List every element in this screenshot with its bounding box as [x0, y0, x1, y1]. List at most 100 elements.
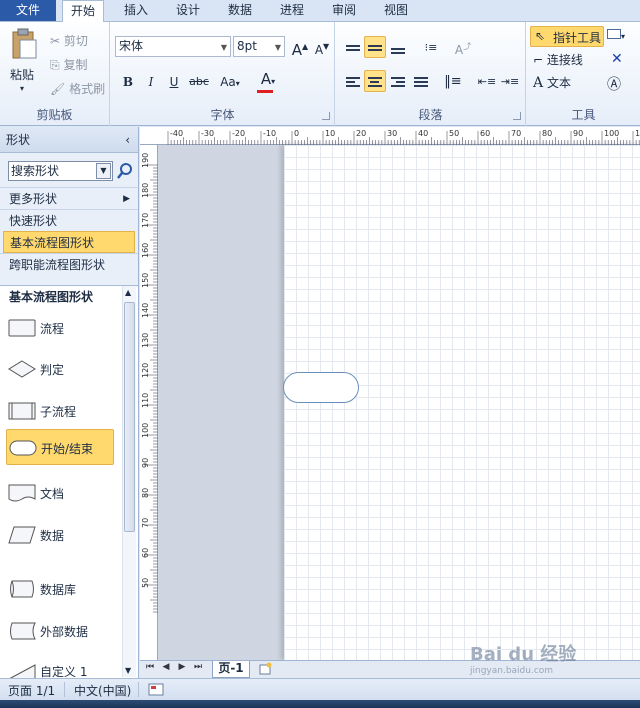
tab-home[interactable]: 开始 [62, 0, 105, 23]
bold-button[interactable]: B [117, 71, 139, 93]
ruler-label: -30 [201, 129, 214, 138]
last-page-icon[interactable]: ⏭ [192, 662, 204, 672]
shape-start-end[interactable]: 开始/结束 [6, 429, 114, 465]
scroll-up-icon[interactable]: ▲ [125, 288, 131, 297]
increase-indent-button[interactable]: ⇥≡ [499, 70, 521, 92]
search-shapes-input[interactable]: 搜索形状 ▼ [8, 161, 113, 181]
ribbon: 粘贴 ▾ ✂ 剪切 ⎘ 复制 🖌 格式刷 剪贴板 宋体 ▼ 8pt ▼ A▲ A… [0, 22, 640, 126]
connector-icon: ⌐ [533, 53, 544, 67]
cut-button[interactable]: ✂ 剪切 [50, 32, 88, 49]
shape-process[interactable]: 流程 [6, 310, 114, 346]
paste-button[interactable]: 粘贴 ▾ [6, 28, 42, 98]
align-left-button[interactable] [342, 70, 364, 92]
shape-document[interactable]: 文档 [6, 475, 114, 511]
cut-label: 剪切 [63, 34, 88, 48]
connector-button[interactable]: ⌐ 连接线 [533, 51, 583, 68]
scrollbar-thumb[interactable] [124, 302, 135, 532]
bullets-button[interactable]: ⁝≡ [420, 36, 442, 58]
next-page-icon[interactable]: ▶ [176, 662, 188, 672]
tools-group-label: 工具 [571, 108, 596, 122]
macro-record-icon[interactable] [148, 683, 164, 696]
search-icon[interactable] [116, 162, 134, 180]
copy-button[interactable]: ⎘ 复制 [50, 56, 87, 73]
decision-shape-icon [8, 360, 36, 378]
document-shape-icon [8, 484, 36, 502]
insert-page-icon[interactable] [258, 662, 272, 676]
shape-external-data[interactable]: 外部数据 [6, 613, 114, 649]
align-middle-button[interactable] [364, 36, 386, 58]
tab-insert[interactable]: 插入 [116, 0, 156, 22]
watermark-url: jingyan.baidu.com [470, 666, 554, 676]
cross-functional-stencil-item[interactable]: 跨职能流程图形状 [0, 253, 138, 275]
ruler-label: 10 [325, 129, 335, 138]
ruler-label: 140 [141, 303, 150, 318]
align-left-icon [346, 75, 360, 89]
subprocess-shape-icon [8, 402, 36, 420]
tab-view[interactable]: 视图 [376, 0, 416, 22]
text-tool-button[interactable]: A 文本 [533, 74, 571, 91]
align-right-button[interactable] [387, 70, 409, 92]
scroll-down-icon[interactable]: ▼ [125, 666, 131, 675]
shape-decision[interactable]: 判定 [6, 351, 114, 387]
column-align-button[interactable]: ‖≡ [442, 70, 464, 92]
close-icon[interactable]: ✕ [611, 51, 623, 67]
ruler-label: -20 [232, 129, 245, 138]
shape-database[interactable]: 数据库 [6, 571, 114, 607]
format-painter-label: 格式刷 [69, 82, 106, 96]
underline-button[interactable]: U [163, 71, 185, 93]
align-bottom-button[interactable] [387, 36, 409, 58]
shape-data[interactable]: 数据 [6, 517, 114, 553]
language-status[interactable]: 中文(中国) [74, 682, 131, 699]
paragraph-group-label: 段落 [418, 108, 443, 122]
shrink-font-icon: A [314, 43, 324, 57]
page-tab-1[interactable]: 页-1 [212, 661, 250, 678]
font-dialog-launcher-icon[interactable] [322, 112, 330, 120]
text-direction-button[interactable]: A⤴ [452, 36, 474, 58]
font-color-icon: A [260, 70, 272, 88]
font-color-button[interactable]: A▾ [253, 68, 283, 93]
horizontal-ruler-ticks: -40 -30 -20 -10 0 10 20 30 40 50 60 70 80 90 100 110 [167, 129, 640, 145]
start-end-shape-on-canvas[interactable] [283, 372, 359, 403]
database-shape-icon [10, 580, 34, 598]
connection-point-button[interactable]: Ⓐ [607, 74, 621, 94]
ruler-label: 110 [141, 393, 150, 408]
align-top-button[interactable] [342, 36, 364, 58]
justify-button[interactable] [410, 70, 432, 92]
basic-flowchart-stencil-item[interactable]: 基本流程图形状 [3, 231, 135, 253]
file-tab[interactable]: 文件 [0, 0, 56, 21]
stencil-scrollbar[interactable]: ▲ ▼ [122, 286, 136, 677]
italic-button[interactable]: I [140, 71, 162, 93]
first-page-icon[interactable]: ⏮ [144, 662, 156, 672]
quick-shapes-item[interactable]: 快速形状 [0, 209, 138, 231]
font-color-swatch [257, 90, 273, 93]
chevron-down-icon[interactable]: ▼ [96, 163, 111, 179]
text-icon: A [533, 75, 544, 91]
pointer-tool-button[interactable]: ⇖ 指针工具 [530, 26, 604, 47]
ruler-label: 60 [480, 129, 490, 138]
align-middle-icon [368, 43, 382, 53]
more-shapes-item[interactable]: 更多形状 ▶ [0, 187, 138, 209]
shrink-font-button[interactable]: A▼ [311, 36, 333, 58]
grow-font-button[interactable]: A▲ [289, 36, 311, 59]
prev-page-icon[interactable]: ◀ [160, 662, 172, 672]
shape-subprocess[interactable]: 子流程 [6, 393, 114, 429]
ruler-label: 180 [141, 183, 150, 198]
font-size-value: 8pt [237, 39, 257, 53]
collapse-panel-icon[interactable]: ‹ [125, 127, 130, 153]
rectangle-tool-button[interactable]: ▾ [607, 28, 625, 42]
tab-review[interactable]: 审阅 [324, 0, 364, 22]
tab-design[interactable]: 设计 [168, 0, 208, 22]
page-number-status[interactable]: 页面 1/1 [8, 682, 55, 699]
format-painter-button[interactable]: 🖌 格式刷 [50, 80, 105, 97]
font-name-select[interactable]: 宋体 ▼ [115, 36, 231, 57]
shape-decision-label: 判定 [40, 363, 65, 377]
font-size-select[interactable]: 8pt ▼ [233, 36, 285, 57]
decrease-indent-button[interactable]: ⇤≡ [476, 70, 498, 92]
tab-data[interactable]: 数据 [220, 0, 260, 22]
paragraph-dialog-launcher-icon[interactable] [513, 112, 521, 120]
tools-group: ⇖ 指针工具 ▾ ⌐ 连接线 ✕ A 文本 Ⓐ 工具 [527, 22, 640, 126]
strikethrough-button[interactable]: abc [188, 71, 210, 93]
align-center-button[interactable] [364, 70, 386, 92]
tab-process[interactable]: 进程 [272, 0, 312, 22]
change-case-button[interactable]: Aa▾ [215, 71, 245, 93]
